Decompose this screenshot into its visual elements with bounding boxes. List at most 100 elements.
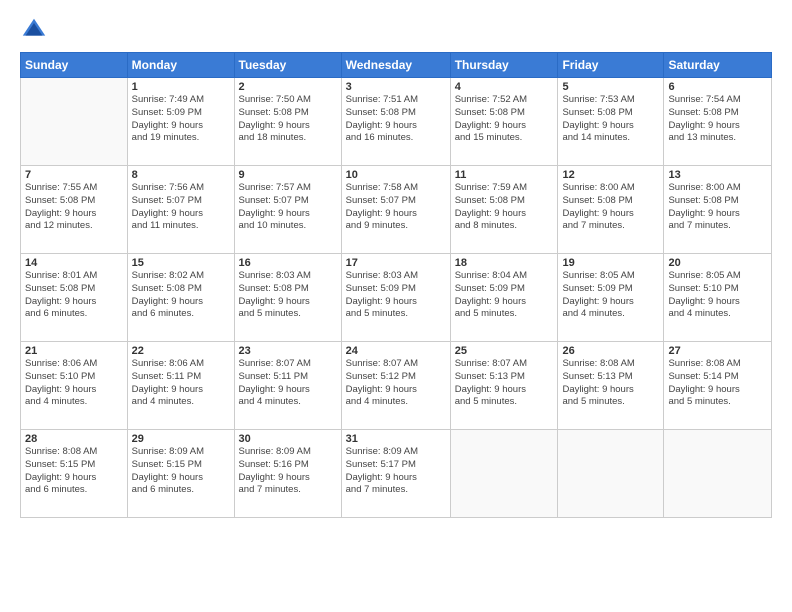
calendar-week-row: 14Sunrise: 8:01 AM Sunset: 5:08 PM Dayli… (21, 254, 772, 342)
calendar-cell: 12Sunrise: 8:00 AM Sunset: 5:08 PM Dayli… (558, 166, 664, 254)
day-info: Sunrise: 8:03 AM Sunset: 5:09 PM Dayligh… (346, 270, 446, 321)
day-info: Sunrise: 8:08 AM Sunset: 5:13 PM Dayligh… (562, 358, 659, 409)
day-number: 15 (132, 257, 230, 269)
calendar-cell: 28Sunrise: 8:08 AM Sunset: 5:15 PM Dayli… (21, 430, 128, 518)
day-number: 4 (455, 81, 554, 93)
weekday-header: Monday (127, 53, 234, 78)
calendar-cell: 27Sunrise: 8:08 AM Sunset: 5:14 PM Dayli… (664, 342, 772, 430)
day-info: Sunrise: 7:53 AM Sunset: 5:08 PM Dayligh… (562, 94, 659, 145)
day-number: 17 (346, 257, 446, 269)
day-number: 8 (132, 169, 230, 181)
weekday-header: Tuesday (234, 53, 341, 78)
day-info: Sunrise: 8:09 AM Sunset: 5:15 PM Dayligh… (132, 446, 230, 497)
day-number: 27 (668, 345, 767, 357)
calendar-cell: 17Sunrise: 8:03 AM Sunset: 5:09 PM Dayli… (341, 254, 450, 342)
calendar-cell: 6Sunrise: 7:54 AM Sunset: 5:08 PM Daylig… (664, 78, 772, 166)
day-info: Sunrise: 7:57 AM Sunset: 5:07 PM Dayligh… (239, 182, 337, 233)
day-number: 10 (346, 169, 446, 181)
calendar-week-row: 28Sunrise: 8:08 AM Sunset: 5:15 PM Dayli… (21, 430, 772, 518)
calendar-cell: 9Sunrise: 7:57 AM Sunset: 5:07 PM Daylig… (234, 166, 341, 254)
day-number: 28 (25, 433, 123, 445)
day-info: Sunrise: 7:59 AM Sunset: 5:08 PM Dayligh… (455, 182, 554, 233)
weekday-header: Sunday (21, 53, 128, 78)
calendar-cell: 2Sunrise: 7:50 AM Sunset: 5:08 PM Daylig… (234, 78, 341, 166)
calendar-cell (450, 430, 558, 518)
calendar-week-row: 7Sunrise: 7:55 AM Sunset: 5:08 PM Daylig… (21, 166, 772, 254)
calendar-cell: 4Sunrise: 7:52 AM Sunset: 5:08 PM Daylig… (450, 78, 558, 166)
calendar-cell: 14Sunrise: 8:01 AM Sunset: 5:08 PM Dayli… (21, 254, 128, 342)
calendar-cell: 7Sunrise: 7:55 AM Sunset: 5:08 PM Daylig… (21, 166, 128, 254)
day-info: Sunrise: 8:09 AM Sunset: 5:16 PM Dayligh… (239, 446, 337, 497)
day-number: 1 (132, 81, 230, 93)
calendar-cell: 20Sunrise: 8:05 AM Sunset: 5:10 PM Dayli… (664, 254, 772, 342)
calendar-cell: 23Sunrise: 8:07 AM Sunset: 5:11 PM Dayli… (234, 342, 341, 430)
day-info: Sunrise: 7:54 AM Sunset: 5:08 PM Dayligh… (668, 94, 767, 145)
calendar-cell: 10Sunrise: 7:58 AM Sunset: 5:07 PM Dayli… (341, 166, 450, 254)
day-info: Sunrise: 8:07 AM Sunset: 5:11 PM Dayligh… (239, 358, 337, 409)
weekday-header: Wednesday (341, 53, 450, 78)
logo (20, 16, 52, 44)
day-info: Sunrise: 8:05 AM Sunset: 5:10 PM Dayligh… (668, 270, 767, 321)
calendar-cell: 25Sunrise: 8:07 AM Sunset: 5:13 PM Dayli… (450, 342, 558, 430)
day-info: Sunrise: 8:06 AM Sunset: 5:11 PM Dayligh… (132, 358, 230, 409)
calendar-cell: 31Sunrise: 8:09 AM Sunset: 5:17 PM Dayli… (341, 430, 450, 518)
calendar-cell: 13Sunrise: 8:00 AM Sunset: 5:08 PM Dayli… (664, 166, 772, 254)
page: SundayMondayTuesdayWednesdayThursdayFrid… (0, 0, 792, 612)
day-number: 3 (346, 81, 446, 93)
day-number: 20 (668, 257, 767, 269)
day-info: Sunrise: 7:55 AM Sunset: 5:08 PM Dayligh… (25, 182, 123, 233)
calendar-cell: 5Sunrise: 7:53 AM Sunset: 5:08 PM Daylig… (558, 78, 664, 166)
day-number: 7 (25, 169, 123, 181)
day-number: 2 (239, 81, 337, 93)
day-number: 22 (132, 345, 230, 357)
calendar-cell: 18Sunrise: 8:04 AM Sunset: 5:09 PM Dayli… (450, 254, 558, 342)
calendar-cell: 1Sunrise: 7:49 AM Sunset: 5:09 PM Daylig… (127, 78, 234, 166)
calendar-cell: 24Sunrise: 8:07 AM Sunset: 5:12 PM Dayli… (341, 342, 450, 430)
calendar-cell: 26Sunrise: 8:08 AM Sunset: 5:13 PM Dayli… (558, 342, 664, 430)
calendar-cell: 16Sunrise: 8:03 AM Sunset: 5:08 PM Dayli… (234, 254, 341, 342)
weekday-header: Thursday (450, 53, 558, 78)
day-number: 9 (239, 169, 337, 181)
day-number: 29 (132, 433, 230, 445)
day-info: Sunrise: 8:00 AM Sunset: 5:08 PM Dayligh… (562, 182, 659, 233)
day-info: Sunrise: 8:09 AM Sunset: 5:17 PM Dayligh… (346, 446, 446, 497)
calendar-cell (558, 430, 664, 518)
weekday-header: Friday (558, 53, 664, 78)
header (20, 16, 772, 44)
calendar-cell: 19Sunrise: 8:05 AM Sunset: 5:09 PM Dayli… (558, 254, 664, 342)
day-number: 6 (668, 81, 767, 93)
day-info: Sunrise: 8:06 AM Sunset: 5:10 PM Dayligh… (25, 358, 123, 409)
day-number: 24 (346, 345, 446, 357)
day-number: 16 (239, 257, 337, 269)
weekday-header-row: SundayMondayTuesdayWednesdayThursdayFrid… (21, 53, 772, 78)
day-number: 21 (25, 345, 123, 357)
calendar-cell: 3Sunrise: 7:51 AM Sunset: 5:08 PM Daylig… (341, 78, 450, 166)
logo-icon (20, 16, 48, 44)
day-info: Sunrise: 8:02 AM Sunset: 5:08 PM Dayligh… (132, 270, 230, 321)
day-info: Sunrise: 8:08 AM Sunset: 5:14 PM Dayligh… (668, 358, 767, 409)
calendar-cell: 21Sunrise: 8:06 AM Sunset: 5:10 PM Dayli… (21, 342, 128, 430)
day-number: 5 (562, 81, 659, 93)
calendar-week-row: 1Sunrise: 7:49 AM Sunset: 5:09 PM Daylig… (21, 78, 772, 166)
calendar-cell: 8Sunrise: 7:56 AM Sunset: 5:07 PM Daylig… (127, 166, 234, 254)
day-number: 12 (562, 169, 659, 181)
day-info: Sunrise: 8:08 AM Sunset: 5:15 PM Dayligh… (25, 446, 123, 497)
calendar-cell: 22Sunrise: 8:06 AM Sunset: 5:11 PM Dayli… (127, 342, 234, 430)
day-info: Sunrise: 8:00 AM Sunset: 5:08 PM Dayligh… (668, 182, 767, 233)
day-number: 30 (239, 433, 337, 445)
day-number: 31 (346, 433, 446, 445)
calendar-cell: 15Sunrise: 8:02 AM Sunset: 5:08 PM Dayli… (127, 254, 234, 342)
day-number: 23 (239, 345, 337, 357)
day-info: Sunrise: 7:50 AM Sunset: 5:08 PM Dayligh… (239, 94, 337, 145)
day-number: 11 (455, 169, 554, 181)
day-info: Sunrise: 7:58 AM Sunset: 5:07 PM Dayligh… (346, 182, 446, 233)
day-info: Sunrise: 8:07 AM Sunset: 5:12 PM Dayligh… (346, 358, 446, 409)
day-info: Sunrise: 8:05 AM Sunset: 5:09 PM Dayligh… (562, 270, 659, 321)
calendar: SundayMondayTuesdayWednesdayThursdayFrid… (20, 52, 772, 518)
day-number: 26 (562, 345, 659, 357)
day-info: Sunrise: 7:52 AM Sunset: 5:08 PM Dayligh… (455, 94, 554, 145)
calendar-cell (21, 78, 128, 166)
day-number: 13 (668, 169, 767, 181)
day-number: 19 (562, 257, 659, 269)
day-number: 18 (455, 257, 554, 269)
